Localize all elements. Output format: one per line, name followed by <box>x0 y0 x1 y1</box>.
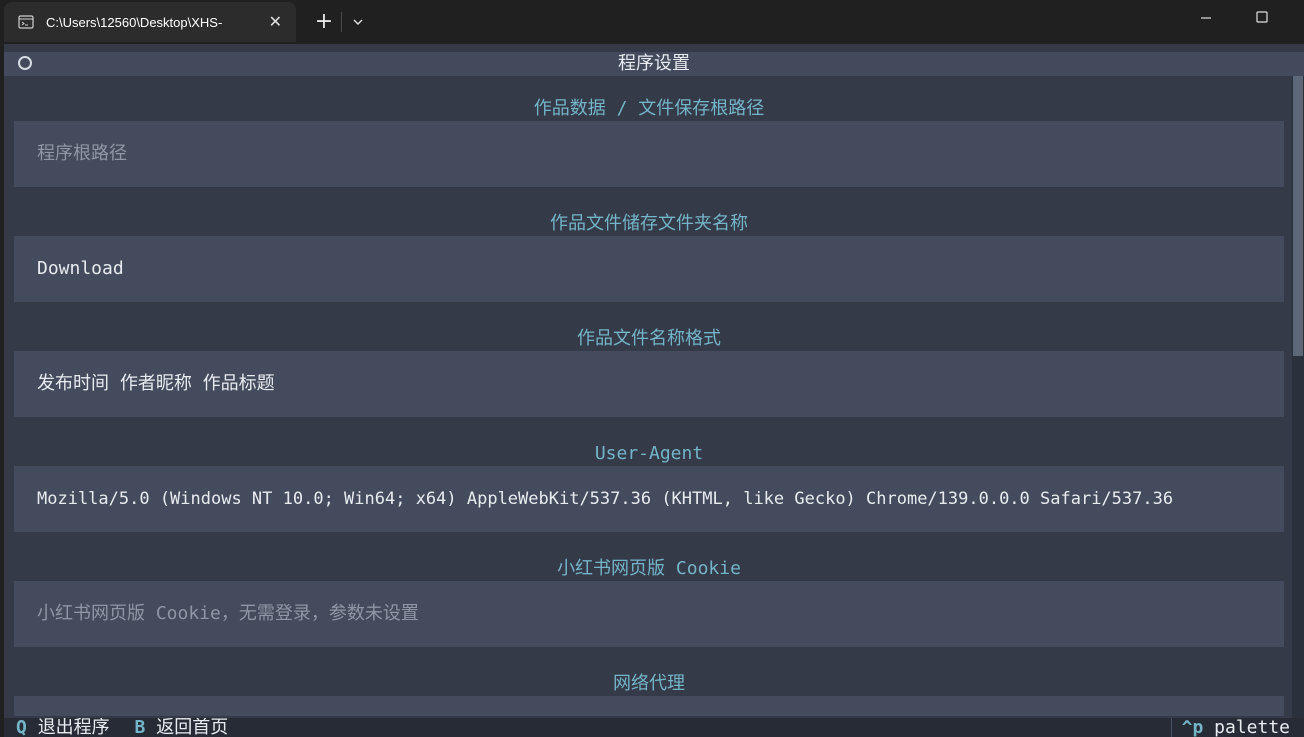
palette-label: palette <box>1214 718 1290 737</box>
app-header: 程序设置 <box>4 52 1304 76</box>
title-bar: C:\Users\12560\Desktop\XHS- ✕ + <box>0 0 1304 44</box>
file-name-format-label: 作品文件名称格式 <box>577 328 721 349</box>
folder-name-input[interactable]: Download <box>14 236 1284 302</box>
palette-hint[interactable]: ^p palette <box>1170 718 1304 737</box>
terminal-icon <box>18 14 34 30</box>
proxy-input[interactable] <box>14 696 1284 716</box>
quit-label[interactable]: 退出程序 <box>38 718 110 737</box>
close-tab-icon[interactable]: ✕ <box>269 12 282 32</box>
footer-bar: Q 退出程序 B 返回首页 ^p palette <box>4 718 1304 737</box>
chevron-down-icon[interactable] <box>346 10 370 34</box>
scrollbar-thumb[interactable] <box>1293 76 1303 356</box>
settings-form: 作品数据 / 文件保存根路径 程序根路径 作品文件储存文件夹名称 Downloa… <box>4 76 1292 716</box>
root-path-label: 作品数据 / 文件保存根路径 <box>533 98 765 119</box>
file-name-format-input[interactable]: 发布时间 作者昵称 作品标题 <box>14 351 1284 417</box>
root-path-input[interactable]: 程序根路径 <box>14 121 1284 187</box>
minimize-button[interactable] <box>1188 4 1224 32</box>
user-agent-input[interactable]: Mozilla/5.0 (Windows NT 10.0; Win64; x64… <box>14 466 1284 532</box>
quit-key[interactable]: Q <box>16 718 27 737</box>
cookie-label: 小红书网页版 Cookie <box>557 558 741 579</box>
proxy-label: 网络代理 <box>613 673 685 694</box>
tab-separator <box>341 12 342 32</box>
tab-title: C:\Users\12560\Desktop\XHS- <box>46 14 223 30</box>
user-agent-label: User-Agent <box>594 443 704 464</box>
terminal-tab[interactable]: C:\Users\12560\Desktop\XHS- ✕ <box>4 2 296 42</box>
palette-key: ^p <box>1181 718 1204 737</box>
terminal-window: 程序设置 作品数据 / 文件保存根路径 程序根路径 作品文件储存文件夹名称 Do… <box>4 44 1304 737</box>
back-label[interactable]: 返回首页 <box>156 718 228 737</box>
new-tab-button[interactable]: + <box>310 8 338 36</box>
maximize-button[interactable] <box>1244 4 1280 32</box>
page-title: 程序设置 <box>618 53 690 74</box>
folder-name-label: 作品文件储存文件夹名称 <box>550 213 748 234</box>
back-key[interactable]: B <box>135 718 146 737</box>
cookie-input[interactable]: 小红书网页版 Cookie，无需登录，参数未设置 <box>14 581 1284 647</box>
